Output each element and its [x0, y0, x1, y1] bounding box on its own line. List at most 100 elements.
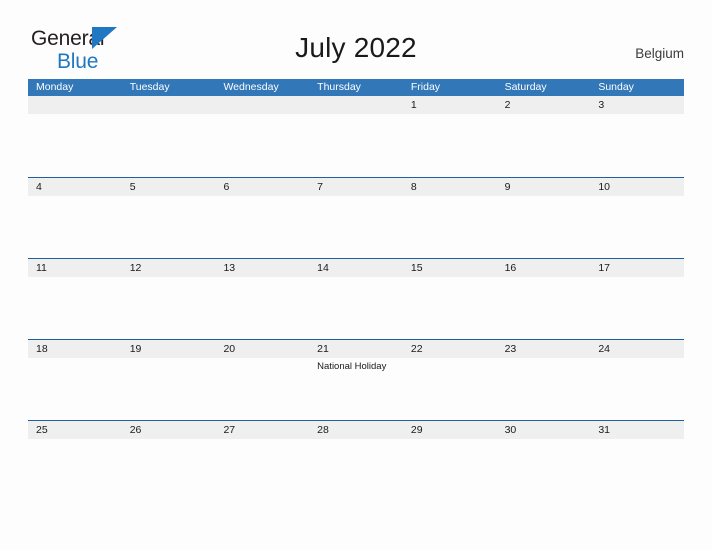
day-number-band — [121, 96, 216, 114]
day-number: 13 — [223, 262, 236, 274]
day-event — [309, 114, 403, 117]
day-event — [590, 358, 684, 361]
day-event — [590, 277, 684, 280]
day-number: 3 — [598, 99, 605, 111]
day-cell[interactable]: 13 — [215, 259, 310, 340]
day-cell[interactable]: 24 — [590, 340, 685, 421]
day-number-band: 20 — [215, 340, 310, 358]
week-row: 25 26 27 28 29 30 31 — [28, 420, 685, 502]
day-cell[interactable]: 26 — [121, 421, 216, 502]
day-number-band: 7 — [309, 178, 403, 196]
day-number-band — [309, 96, 403, 114]
day-cell[interactable]: 31 — [590, 421, 685, 502]
day-number-band: 12 — [121, 259, 216, 277]
weekday-header-wednesday: Wednesday — [223, 81, 279, 93]
weekday-header-row: Monday Tuesday Wednesday Thursday Friday… — [28, 79, 684, 96]
day-cell[interactable]: 7 — [309, 178, 403, 259]
weekday-header-friday: Friday — [410, 81, 441, 93]
day-number-band: 25 — [28, 421, 122, 439]
day-number-band: 19 — [121, 340, 216, 358]
day-cell[interactable]: 11 — [28, 259, 122, 340]
day-cell[interactable]: 16 — [496, 259, 591, 340]
day-event — [403, 358, 497, 361]
day-number-band: 5 — [121, 178, 216, 196]
day-cell[interactable] — [28, 96, 122, 177]
day-event — [590, 196, 684, 199]
calendar-grid: Monday Tuesday Wednesday Thursday Friday… — [28, 79, 685, 502]
day-cell[interactable]: 14 — [309, 259, 403, 340]
day-number-band — [215, 96, 310, 114]
day-event — [590, 114, 684, 117]
day-event — [403, 439, 497, 442]
day-cell[interactable]: 9 — [496, 178, 591, 259]
day-cell[interactable]: 5 — [121, 178, 216, 259]
day-event: National Holiday — [317, 361, 387, 372]
day-cell[interactable]: 19 — [121, 340, 216, 421]
day-event — [497, 196, 591, 199]
day-event — [28, 439, 122, 442]
day-cell[interactable] — [215, 96, 310, 177]
day-cell[interactable]: 4 — [28, 178, 122, 259]
day-cell[interactable]: 23 — [496, 340, 591, 421]
day-number: 10 — [598, 181, 610, 193]
day-cell[interactable]: 30 — [496, 421, 591, 502]
country-label: Belgium — [635, 46, 684, 61]
day-number-band: 10 — [590, 178, 685, 196]
day-number: 4 — [36, 181, 42, 193]
day-number: 20 — [223, 343, 236, 355]
day-number-band: 16 — [496, 259, 591, 277]
day-number: 16 — [504, 262, 517, 274]
day-cell[interactable]: 21 National Holiday — [309, 340, 403, 421]
day-event — [497, 114, 591, 117]
day-number-band: 29 — [402, 421, 497, 439]
day-number: 26 — [129, 424, 142, 436]
day-number: 21 — [317, 343, 329, 355]
day-number: 15 — [410, 262, 423, 274]
weekday-header-monday: Monday — [36, 81, 74, 93]
day-cell[interactable]: 29 — [402, 421, 497, 502]
day-cell[interactable]: 3 — [590, 96, 685, 177]
day-event — [28, 277, 122, 280]
day-number-band: 3 — [590, 96, 685, 114]
day-number: 30 — [504, 424, 517, 436]
day-number: 6 — [223, 181, 230, 193]
day-cell[interactable]: 6 — [215, 178, 310, 259]
day-event — [122, 114, 216, 117]
day-number: 17 — [598, 262, 610, 274]
day-number-band: 17 — [590, 259, 685, 277]
day-number-band: 27 — [215, 421, 310, 439]
day-cell[interactable]: 22 — [402, 340, 497, 421]
day-event — [215, 277, 309, 280]
day-cell[interactable]: 27 — [215, 421, 310, 502]
day-number-band: 28 — [309, 421, 403, 439]
day-cell[interactable] — [309, 96, 403, 177]
day-number: 14 — [317, 262, 329, 274]
day-event — [497, 277, 591, 280]
day-cell[interactable]: 2 — [496, 96, 591, 177]
day-number-band: 1 — [402, 96, 497, 114]
day-cell[interactable]: 18 — [28, 340, 122, 421]
day-event — [215, 439, 309, 442]
day-cell[interactable]: 12 — [121, 259, 216, 340]
day-cell[interactable] — [121, 96, 216, 177]
day-number-band: 8 — [402, 178, 497, 196]
day-event — [122, 196, 216, 199]
day-cell[interactable]: 17 — [590, 259, 685, 340]
day-cell[interactable]: 10 — [590, 178, 685, 259]
day-cell[interactable]: 25 — [28, 421, 122, 502]
day-event — [497, 439, 591, 442]
week-row: 18 19 20 21 National Holiday 22 23 24 — [28, 339, 685, 421]
day-event — [590, 439, 684, 442]
day-number: 12 — [129, 262, 142, 274]
day-number: 24 — [598, 343, 610, 355]
day-number-band: 6 — [215, 178, 310, 196]
page-title: July 2022 — [295, 32, 417, 63]
day-cell[interactable]: 8 — [402, 178, 497, 259]
day-number-band: 2 — [496, 96, 591, 114]
day-cell[interactable]: 20 — [215, 340, 310, 421]
calendar-page: General Blue July 2022 Belgium Monday Tu… — [0, 0, 712, 550]
day-cell[interactable]: 15 — [402, 259, 497, 340]
day-cell[interactable]: 28 — [309, 421, 403, 502]
day-cell[interactable]: 1 — [402, 96, 497, 177]
day-event — [122, 439, 216, 442]
